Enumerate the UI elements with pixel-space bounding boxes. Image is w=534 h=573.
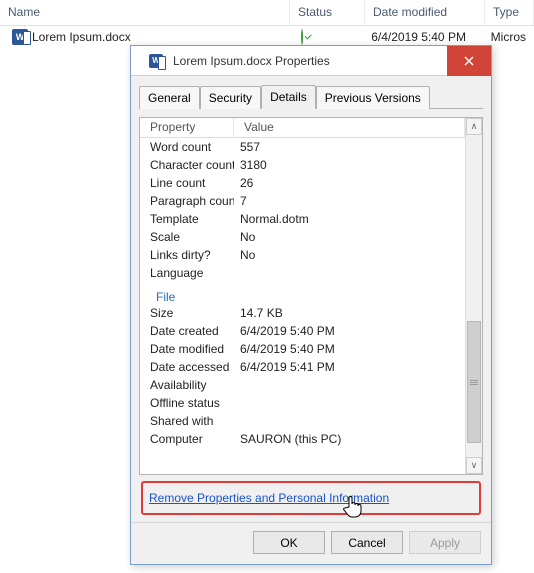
titlebar[interactable]: W Lorem Ipsum.docx Properties [131, 46, 491, 76]
tab-general[interactable]: General [139, 86, 200, 109]
property-row[interactable]: ScaleNo [140, 230, 465, 248]
explorer-column-headers: Name Status Date modified Type [0, 0, 534, 26]
property-value: 26 [234, 176, 465, 194]
property-value [234, 378, 465, 396]
property-row[interactable]: ComputerSAURON (this PC) [140, 432, 465, 450]
properties-dialog: W Lorem Ipsum.docx Properties General Se… [130, 45, 492, 565]
col-name[interactable]: Name [0, 0, 290, 25]
dialog-buttons: OK Cancel Apply [131, 522, 491, 564]
word-doc-icon: W [149, 54, 163, 68]
property-value: 6/4/2019 5:41 PM [234, 360, 465, 378]
property-name: Character count [140, 158, 234, 176]
apply-button: Apply [409, 531, 481, 554]
word-doc-icon: W [12, 29, 28, 45]
close-icon [464, 56, 474, 66]
property-name: Scale [140, 230, 234, 248]
scroll-up-icon[interactable]: ∧ [466, 118, 482, 135]
property-row[interactable]: Date created6/4/2019 5:40 PM [140, 324, 465, 342]
property-name: Availability [140, 378, 234, 396]
property-row[interactable]: Offline status [140, 396, 465, 414]
col-value[interactable]: Value [234, 118, 465, 137]
property-name: Line count [140, 176, 234, 194]
property-row[interactable]: Shared with [140, 414, 465, 432]
property-name: Paragraph count [140, 194, 234, 212]
property-row[interactable]: Paragraph count7 [140, 194, 465, 212]
property-value: 14.7 KB [234, 306, 465, 324]
property-row[interactable]: Language [140, 266, 465, 284]
property-name: Word count [140, 140, 234, 158]
property-name: Size [140, 306, 234, 324]
close-button[interactable] [447, 46, 491, 76]
tab-security[interactable]: Security [200, 86, 261, 109]
synced-check-icon [301, 29, 303, 45]
property-value: SAURON (this PC) [234, 432, 465, 450]
property-value: 3180 [234, 158, 465, 176]
details-grid: Property Value Word count557Character co… [139, 117, 483, 475]
ok-button[interactable]: OK [253, 531, 325, 554]
property-value: 6/4/2019 5:40 PM [234, 324, 465, 342]
file-date: 6/4/2019 5:40 PM [363, 30, 482, 44]
property-name: Language [140, 266, 234, 284]
section-header-file: File [140, 284, 465, 306]
property-name: Date accessed [140, 360, 234, 378]
grid-header: Property Value [140, 118, 465, 138]
property-name: Template [140, 212, 234, 230]
property-value: No [234, 230, 465, 248]
property-value: 6/4/2019 5:40 PM [234, 342, 465, 360]
property-name: Shared with [140, 414, 234, 432]
property-row[interactable]: Size14.7 KB [140, 306, 465, 324]
file-name: Lorem Ipsum.docx [32, 30, 131, 44]
property-value: Normal.dotm [234, 212, 465, 230]
dialog-title: Lorem Ipsum.docx Properties [173, 54, 330, 68]
col-type[interactable]: Type [485, 0, 534, 25]
property-row[interactable]: Date accessed6/4/2019 5:41 PM [140, 360, 465, 378]
property-row[interactable]: Links dirty?No [140, 248, 465, 266]
remove-properties-highlight: Remove Properties and Personal Informati… [141, 481, 481, 515]
property-value: 557 [234, 140, 465, 158]
property-value: 7 [234, 194, 465, 212]
col-date[interactable]: Date modified [365, 0, 485, 25]
property-row[interactable]: Character count3180 [140, 158, 465, 176]
property-row[interactable]: Date modified6/4/2019 5:40 PM [140, 342, 465, 360]
property-row[interactable]: Word count557 [140, 140, 465, 158]
scrollbar[interactable]: ∧ ∨ [465, 118, 482, 474]
scroll-thumb[interactable] [467, 321, 481, 443]
property-name: Date created [140, 324, 234, 342]
property-value [234, 396, 465, 414]
scroll-down-icon[interactable]: ∨ [466, 457, 482, 474]
tab-previous-versions[interactable]: Previous Versions [316, 86, 430, 109]
col-status[interactable]: Status [290, 0, 365, 25]
property-name: Offline status [140, 396, 234, 414]
remove-properties-link[interactable]: Remove Properties and Personal Informati… [149, 491, 389, 505]
tabstrip: General Security Details Previous Versio… [131, 76, 491, 108]
cancel-button[interactable]: Cancel [331, 531, 403, 554]
file-type: Micros [483, 30, 534, 44]
property-row[interactable]: Line count26 [140, 176, 465, 194]
property-name: Date modified [140, 342, 234, 360]
property-value: No [234, 248, 465, 266]
property-row[interactable]: Availability [140, 378, 465, 396]
property-row[interactable]: TemplateNormal.dotm [140, 212, 465, 230]
property-name: Computer [140, 432, 234, 450]
property-value [234, 414, 465, 432]
property-value [234, 266, 465, 284]
property-name: Links dirty? [140, 248, 234, 266]
tab-details[interactable]: Details [261, 85, 316, 109]
scroll-track[interactable] [466, 135, 482, 457]
col-property[interactable]: Property [140, 118, 234, 137]
